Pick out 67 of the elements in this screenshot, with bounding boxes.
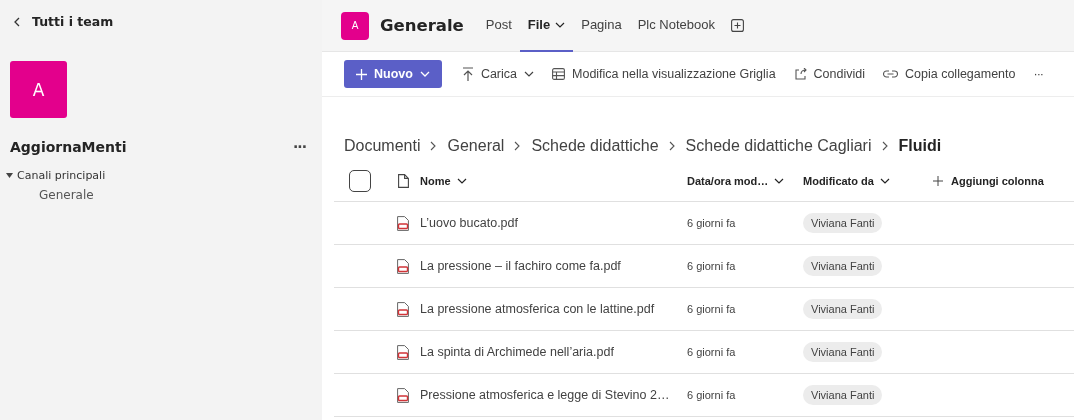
chevron-down-icon — [419, 71, 430, 77]
user-pill: Viviana Fanti — [803, 213, 883, 233]
tab[interactable]: File — [519, 0, 574, 52]
chevron-down-icon — [774, 178, 785, 184]
breadcrumb-item[interactable]: Schede didattiche — [531, 137, 659, 155]
user-pill: Viviana Fanti — [803, 256, 883, 276]
share-icon — [793, 68, 807, 80]
more-button[interactable]: ··· — [1031, 60, 1045, 88]
chevron-right-icon — [668, 141, 676, 151]
user-pill: Viviana Fanti — [803, 342, 883, 362]
channel-title: Generale — [380, 16, 464, 35]
pdf-file-icon — [397, 258, 409, 274]
pdf-file-icon — [397, 301, 409, 317]
select-all-checkbox[interactable] — [349, 170, 371, 192]
column-header[interactable]: Data/ora mod… — [687, 175, 785, 187]
tab[interactable]: Post — [477, 0, 520, 52]
modified-date: 6 giorni fa — [687, 303, 736, 315]
file-name[interactable]: La pressione atmosferica con le lattine.pdf — [420, 302, 655, 316]
pdf-file-icon — [397, 215, 409, 231]
column-header[interactable]: Nome — [420, 175, 467, 187]
pdf-file-icon — [397, 344, 409, 360]
more-button[interactable]: ··· — [293, 139, 306, 155]
channel-item[interactable]: Generale — [39, 188, 322, 202]
chevron-right-icon — [514, 141, 522, 151]
user-pill: Viviana Fanti — [803, 299, 883, 319]
chevron-down-icon — [879, 178, 890, 184]
channel-avatar: A — [341, 11, 369, 40]
team-avatar: A — [10, 61, 67, 118]
file-name[interactable]: L’uovo bucato.pdf — [420, 216, 518, 230]
plus-icon — [933, 176, 943, 186]
pdf-file-icon — [397, 387, 409, 403]
back-link[interactable]: Tutti i team — [14, 14, 114, 29]
chevron-left-icon — [14, 16, 20, 27]
column-header[interactable]: Modificato da — [803, 175, 890, 187]
add-tab-icon[interactable] — [731, 19, 745, 32]
modified-date: 6 giorni fa — [687, 389, 736, 401]
breadcrumb-item[interactable]: General — [447, 137, 505, 155]
breadcrumb-item[interactable]: Schede didattiche Cagliari — [685, 137, 872, 155]
modified-date: 6 giorni fa — [687, 346, 736, 358]
tab[interactable]: Plc Notebook — [629, 0, 724, 52]
user-pill: Viviana Fanti — [803, 385, 883, 405]
chevron-right-icon — [430, 141, 438, 151]
modified-date: 6 giorni fa — [687, 217, 736, 229]
modified-date: 6 giorni fa — [687, 260, 736, 272]
new-button[interactable]: Nuovo — [344, 60, 442, 88]
breadcrumb-item[interactable]: Documenti — [344, 137, 421, 155]
upload-icon — [461, 67, 474, 81]
grid-icon — [552, 68, 565, 80]
chevron-down-icon — [524, 71, 534, 77]
plus-icon — [356, 68, 367, 80]
tab[interactable]: Pagina — [573, 0, 630, 52]
chevron-down-icon — [456, 178, 467, 184]
chevron-right-icon — [881, 141, 889, 151]
link-icon — [883, 70, 898, 78]
grid-view-button[interactable]: Modifica nella visualizzazione Griglia — [550, 60, 778, 88]
file-name[interactable]: La pressione – il fachiro come fa.pdf — [420, 259, 621, 273]
share-button[interactable]: Condividi — [791, 60, 867, 88]
breadcrumb-item[interactable]: Fluidi — [898, 137, 942, 155]
channel-group[interactable]: Canali principali — [6, 169, 322, 182]
file-name[interactable]: Pressione atmosferica e legge di Stevino 2… — [420, 388, 670, 402]
add-column-button[interactable]: Aggiungi colonna — [927, 174, 1050, 188]
team-name: AggiornaMenti — [10, 139, 127, 155]
file-icon — [397, 174, 409, 188]
upload-button[interactable]: Carica — [459, 60, 536, 88]
file-name[interactable]: La spinta di Archimede nell’aria.pdf — [420, 345, 614, 359]
chevron-down-icon — [555, 21, 566, 28]
copy-link-button[interactable]: Copia collegamento — [881, 60, 1018, 88]
